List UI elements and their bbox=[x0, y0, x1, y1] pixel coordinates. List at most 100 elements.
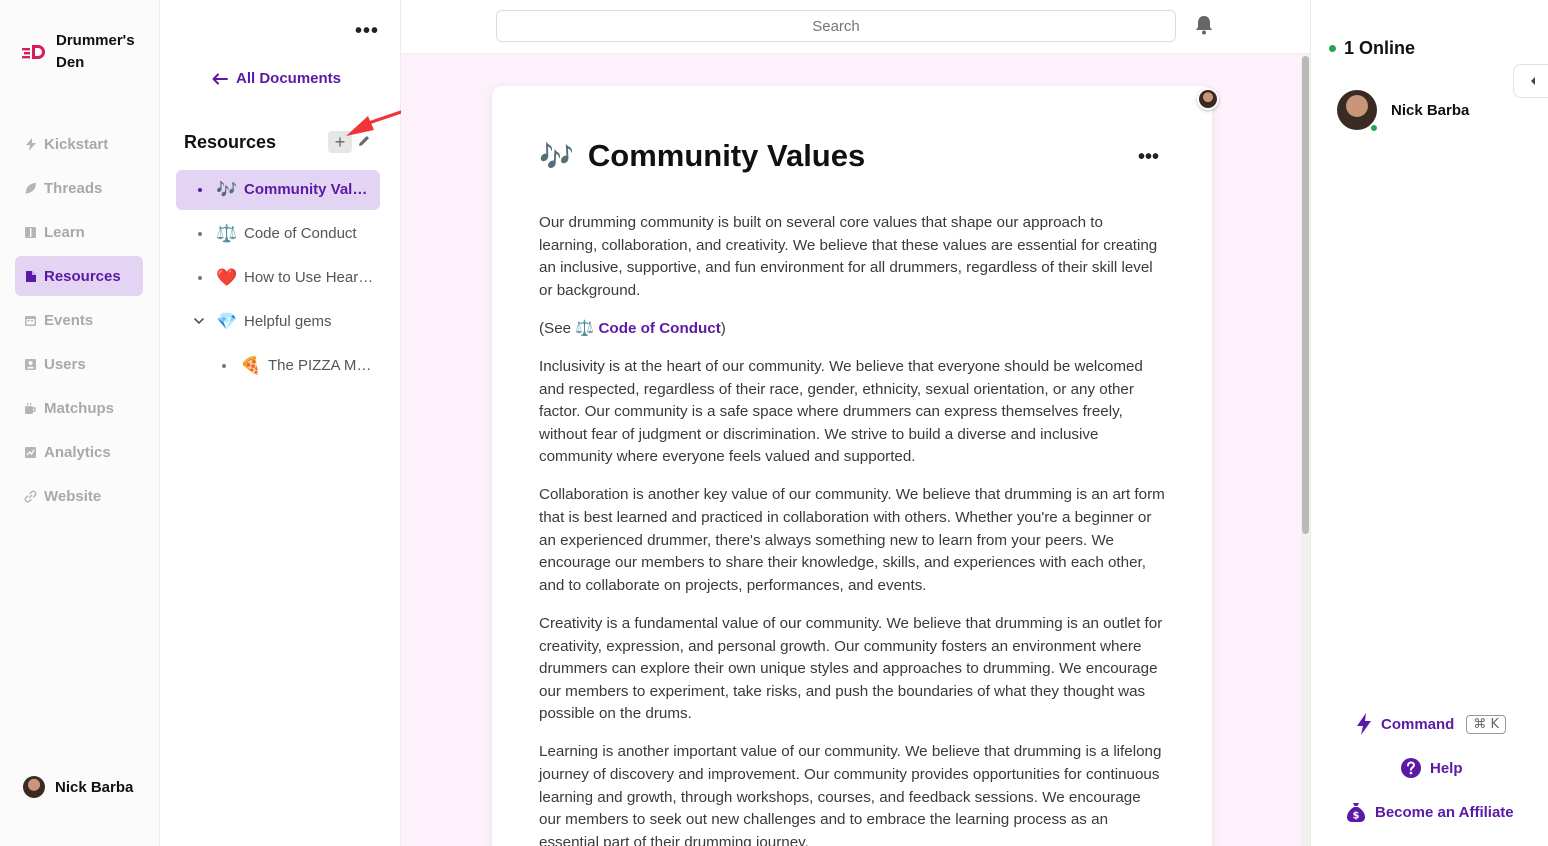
brand-logo-icon bbox=[22, 45, 45, 59]
online-label: 1 Online bbox=[1344, 38, 1416, 58]
nav-item-label: Threads bbox=[44, 179, 103, 197]
tree-item-label: How to Use Heartbeat bbox=[244, 269, 374, 286]
current-user-name: Nick Barba bbox=[55, 778, 134, 796]
nav-item-matchups[interactable]: Matchups bbox=[15, 388, 143, 428]
nav-item-resources[interactable]: Resources bbox=[15, 256, 143, 296]
document-card: 🎶 Community Values ••• Our drumming comm… bbox=[492, 86, 1219, 846]
bullet bbox=[198, 232, 202, 236]
tree-item-label: Code of Conduct bbox=[244, 225, 357, 242]
section-title: Resources bbox=[184, 132, 277, 152]
current-user[interactable]: Nick Barba bbox=[23, 776, 133, 798]
top-bar bbox=[401, 0, 1310, 54]
tree-item[interactable]: 🍕 The PIZZA Method bbox=[176, 346, 380, 386]
document-canvas: 🎶 Community Values ••• Our drumming comm… bbox=[401, 54, 1301, 846]
paragraph: Inclusivity is at the heart of our commu… bbox=[539, 357, 1143, 466]
online-panel: 1 Online Nick Barba Command ⌘ K Help $ B… bbox=[1310, 0, 1548, 846]
bullet bbox=[222, 364, 226, 368]
nav-item-label: Analytics bbox=[44, 443, 111, 461]
music-notes-icon: 🎶 bbox=[539, 140, 574, 172]
link-icon bbox=[24, 490, 37, 503]
chart-icon bbox=[24, 446, 37, 459]
tree-item[interactable]: 🎶 Community Values bbox=[176, 170, 380, 210]
nav-item-label: Events bbox=[44, 311, 94, 329]
paragraph: Collaboration is another key value of ou… bbox=[539, 486, 1165, 594]
all-documents-label: All Documents bbox=[236, 70, 342, 87]
become-affiliate-button[interactable]: $ Become an Affiliate bbox=[1345, 801, 1514, 823]
bolt-icon bbox=[1357, 713, 1371, 735]
online-status-icon bbox=[1329, 45, 1336, 52]
document-icon bbox=[24, 270, 37, 283]
caret-left-icon bbox=[1531, 77, 1535, 85]
document-options-icon[interactable]: ••• bbox=[1138, 146, 1159, 169]
nav-item-analytics[interactable]: Analytics bbox=[15, 432, 143, 472]
tree-item[interactable]: 💎 Helpful gems bbox=[176, 302, 380, 342]
tree-item-label: The PIZZA Method bbox=[268, 357, 376, 374]
nav-item-kickstart[interactable]: Kickstart bbox=[15, 124, 143, 164]
paragraph: Creativity is a fundamental value of our… bbox=[539, 614, 1163, 723]
affiliate-label: Become an Affiliate bbox=[1375, 803, 1514, 821]
paragraph: Our drumming community is built on sever… bbox=[539, 214, 1158, 299]
nav-item-website[interactable]: Website bbox=[15, 476, 143, 516]
plus-icon: + bbox=[334, 131, 346, 152]
see-reference: (See ⚖️ Code of Conduct) bbox=[539, 318, 1165, 341]
all-documents-link[interactable]: All Documents bbox=[212, 70, 341, 87]
money-bag-icon: $ bbox=[1347, 803, 1365, 822]
page-title[interactable]: 🎶 Community Values bbox=[539, 138, 865, 174]
bell-icon[interactable] bbox=[1193, 14, 1215, 36]
user-card-icon bbox=[24, 358, 37, 371]
nav-item-events[interactable]: Events bbox=[15, 300, 143, 340]
nav-item-label: Matchups bbox=[44, 399, 115, 417]
help-icon bbox=[1401, 758, 1421, 778]
add-document-button[interactable]: + bbox=[328, 131, 352, 153]
bolt-icon bbox=[24, 137, 37, 151]
main-navigation: Drummer's Den Kickstart Threads Learn Re… bbox=[0, 0, 160, 846]
calendar-icon bbox=[24, 314, 37, 327]
documents-sidebar: ••• All Documents Resources + 🎶 Communit… bbox=[160, 0, 401, 846]
svg-text:$: $ bbox=[1353, 811, 1360, 822]
tree-item[interactable]: ⚖️ Code of Conduct bbox=[176, 214, 380, 254]
avatar[interactable] bbox=[1197, 88, 1219, 110]
scales-icon: ⚖️ bbox=[575, 319, 595, 337]
command-label: Command bbox=[1381, 715, 1455, 733]
see-suffix: ) bbox=[720, 319, 726, 337]
nav-item-threads[interactable]: Threads bbox=[15, 168, 143, 208]
pizza-icon: 🍕 bbox=[240, 356, 262, 375]
document-body[interactable]: Our drumming community is built on sever… bbox=[539, 212, 1165, 846]
search-input[interactable] bbox=[496, 10, 1176, 42]
avatar bbox=[23, 776, 45, 798]
gem-icon: 💎 bbox=[216, 312, 238, 331]
scrollbar[interactable] bbox=[1301, 54, 1310, 846]
nav-item-users[interactable]: Users bbox=[15, 344, 143, 384]
nav-item-label: Learn bbox=[44, 223, 85, 241]
keyboard-shortcut: ⌘ K bbox=[1466, 714, 1507, 734]
nav-item-label: Kickstart bbox=[44, 135, 109, 153]
nav-item-label: Resources bbox=[44, 267, 121, 285]
help-label: Help bbox=[1430, 759, 1463, 777]
tree-item[interactable]: ❤️ How to Use Heartbeat bbox=[176, 258, 380, 298]
nav-item-label: Users bbox=[44, 355, 86, 373]
brand-name: Drummer's Den bbox=[56, 32, 135, 71]
nav-item-learn[interactable]: Learn bbox=[15, 212, 143, 252]
pencil-icon[interactable] bbox=[356, 133, 372, 149]
chevron-down-icon[interactable] bbox=[193, 315, 205, 327]
feather-icon bbox=[24, 182, 37, 195]
arrow-left-icon bbox=[212, 73, 228, 84]
paragraph: Learning is another important value of o… bbox=[539, 743, 1162, 846]
bullet bbox=[198, 276, 202, 280]
command-button[interactable]: Command ⌘ K bbox=[1355, 713, 1507, 735]
help-button[interactable]: Help bbox=[1400, 757, 1463, 779]
scrollbar-thumb[interactable] bbox=[1302, 56, 1309, 534]
collapse-panel-button[interactable] bbox=[1513, 64, 1548, 98]
tree-item-label: Community Values bbox=[244, 181, 374, 198]
scales-icon: ⚖️ bbox=[216, 224, 238, 243]
bullet bbox=[198, 188, 202, 192]
brand[interactable]: Drummer's Den bbox=[22, 30, 146, 74]
tree-item-label: Helpful gems bbox=[244, 313, 332, 330]
heart-icon: ❤️ bbox=[216, 268, 238, 287]
online-user-name: Nick Barba bbox=[1391, 101, 1470, 119]
code-of-conduct-link[interactable]: Code of Conduct bbox=[598, 320, 720, 337]
document-title: Community Values bbox=[587, 138, 866, 173]
more-options-icon[interactable]: ••• bbox=[355, 20, 379, 43]
online-count: 1 Online bbox=[1329, 38, 1415, 59]
online-user[interactable]: Nick Barba bbox=[1337, 90, 1470, 133]
